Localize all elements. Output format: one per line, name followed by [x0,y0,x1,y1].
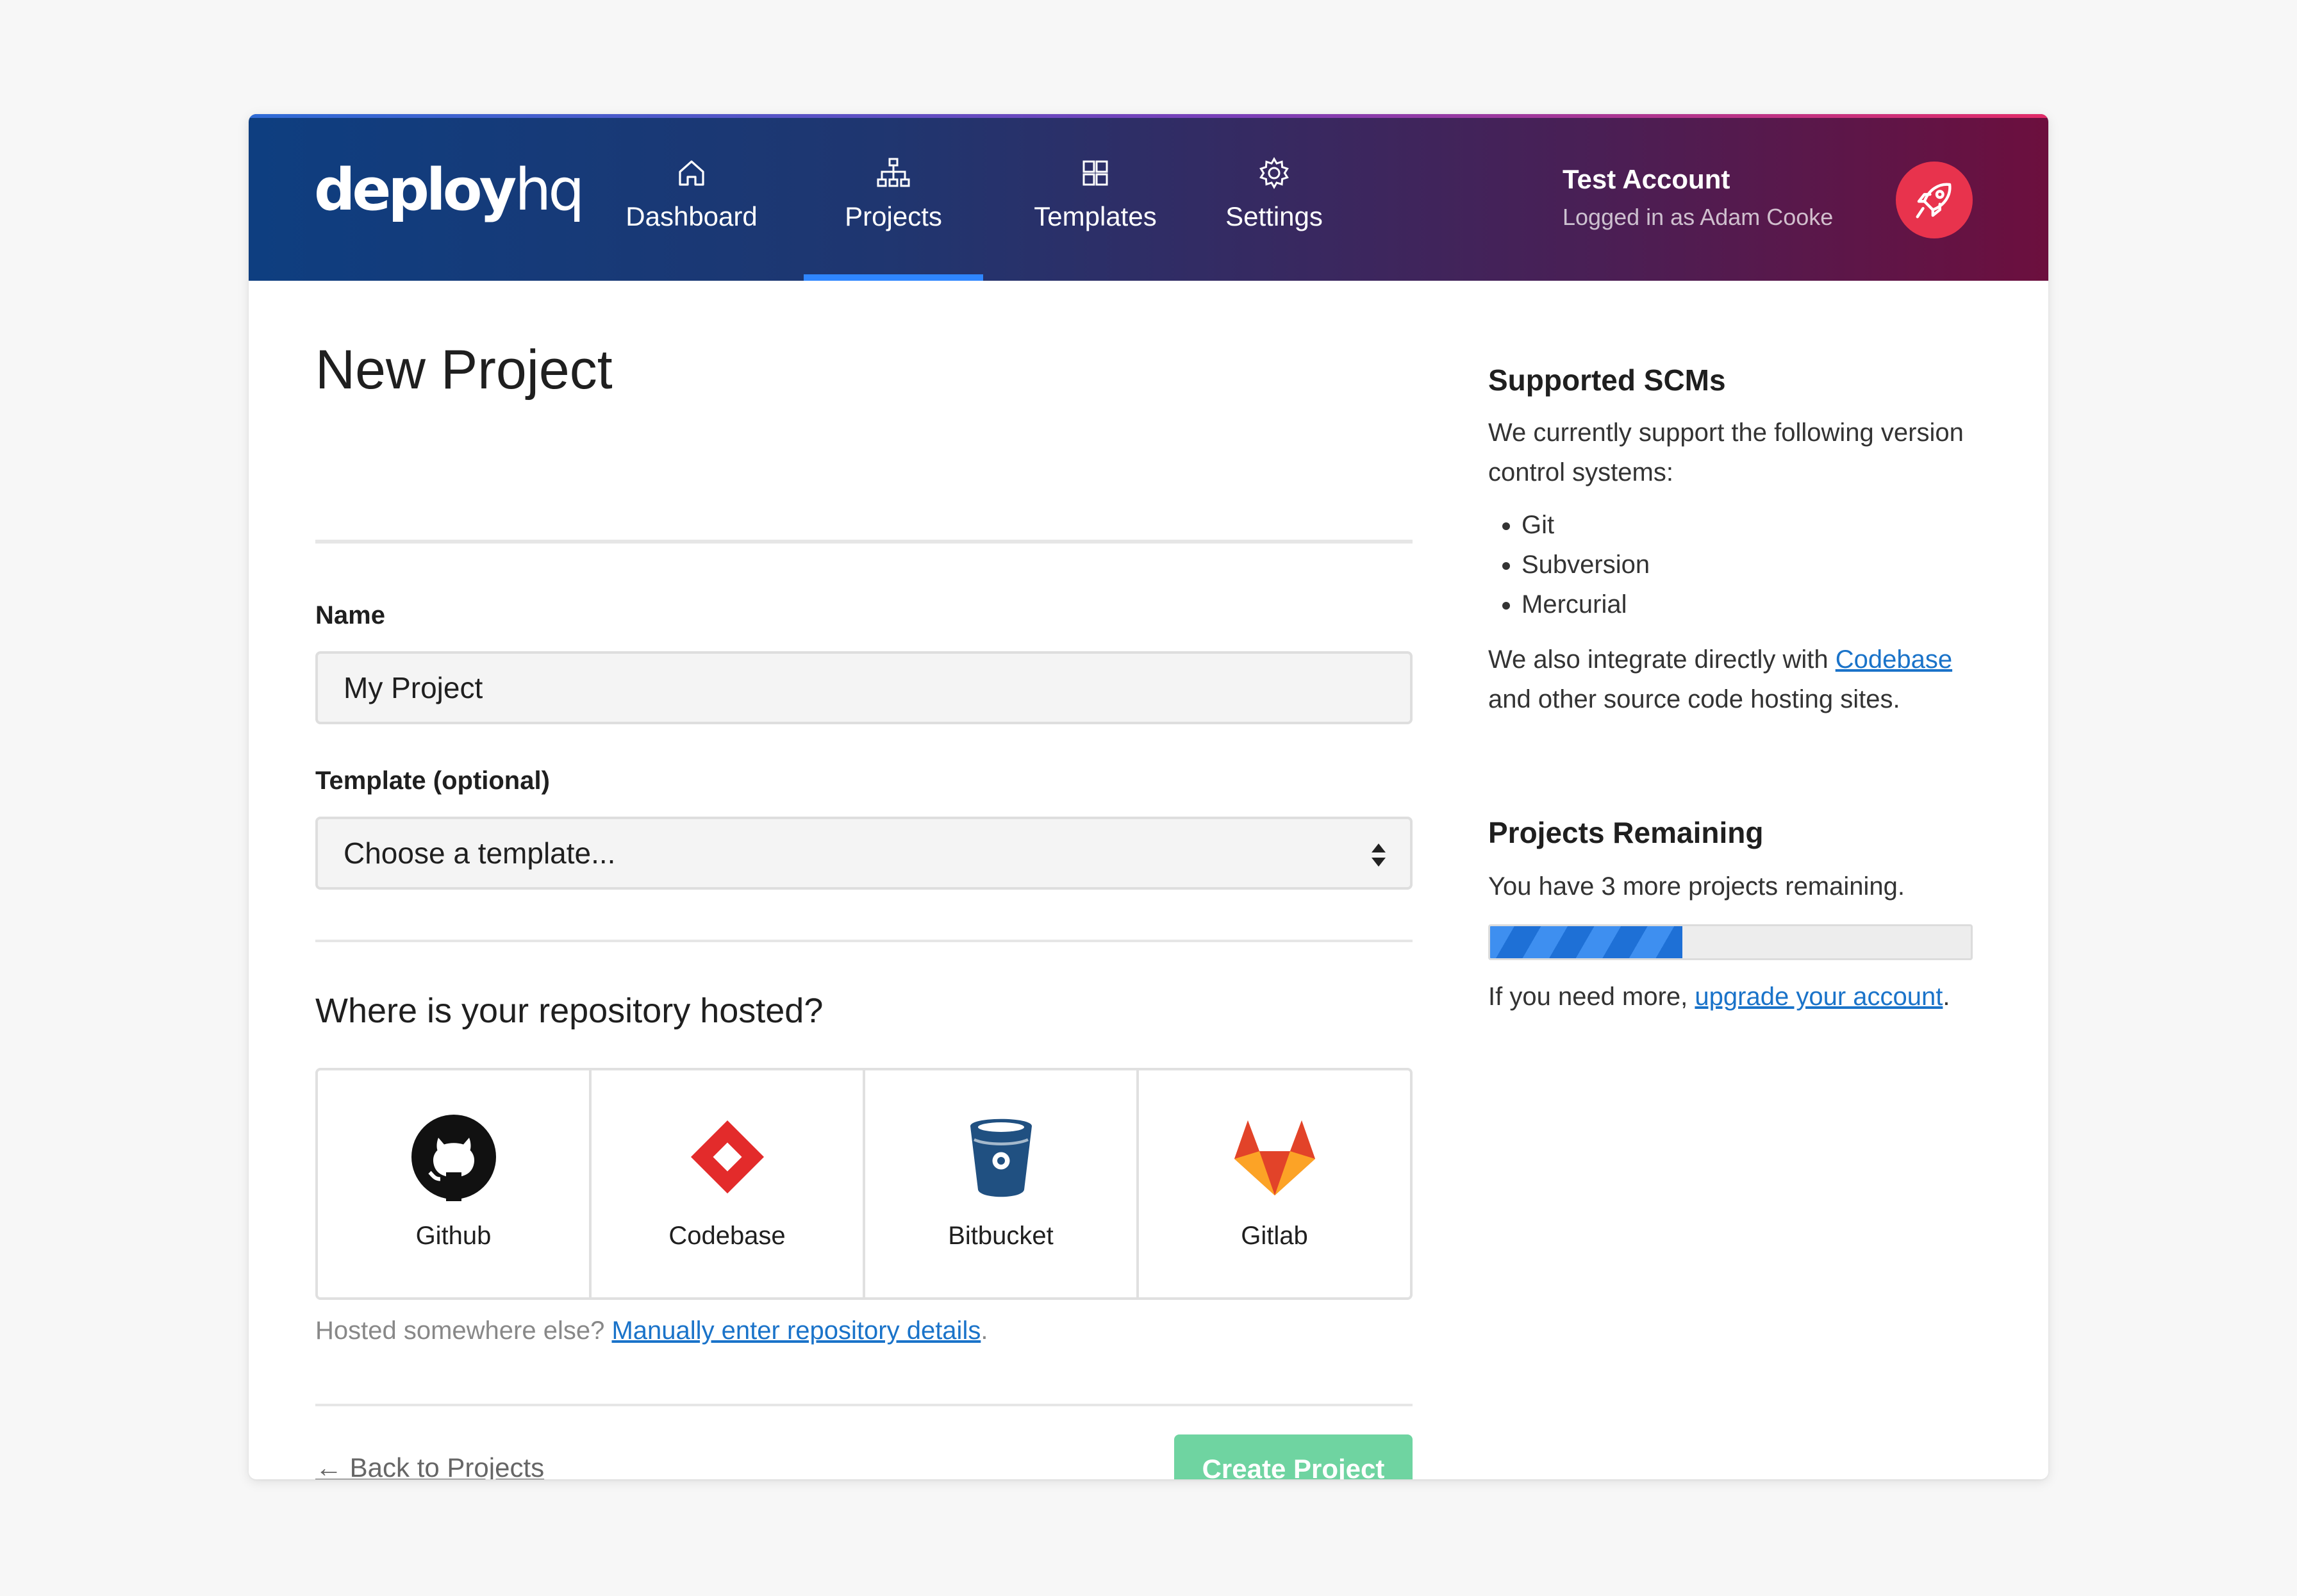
projects-remaining-heading: Projects Remaining [1488,816,1764,849]
gitlab-icon [1227,1109,1323,1205]
scm-list: Git Subversion Mercurial [1488,505,1650,624]
scm-item: Mercurial [1522,585,1650,624]
hint-prefix: Hosted somewhere else? [315,1317,605,1345]
nav-item-templates[interactable]: Templates [1023,118,1168,281]
scm-intro: We currently support the following versi… [1488,419,1964,486]
manual-entry-link[interactable]: Manually enter repository details [611,1317,981,1345]
hint-suffix: . [981,1317,988,1345]
page: deploy hq Dashboard Projects Templates S… [0,0,2297,1596]
repository-heading: Where is your repository hosted? [315,992,824,1030]
template-select[interactable]: Choose a template... [315,817,1413,890]
section-divider [315,940,1413,942]
host-gitlab[interactable]: Gitlab [1139,1070,1410,1297]
rocket-icon [1916,183,1952,219]
host-github[interactable]: Github [318,1070,592,1297]
integration-prefix: We also integrate directly with [1488,645,1828,674]
codebase-link[interactable]: Codebase [1836,645,1952,674]
top-header: deploy hq Dashboard Projects Templates S… [249,114,2048,281]
scm-item: Subversion [1522,545,1650,585]
host-label: Bitbucket [948,1222,1054,1250]
template-select-value: Choose a template... [344,836,616,870]
nav-item-settings[interactable]: Settings [1210,118,1338,281]
upgrade-prefix: If you need more, [1488,983,1688,1011]
upgrade-account-link[interactable]: upgrade your account [1695,983,1943,1011]
logo-bold-text: deploy [314,156,517,224]
host-codebase[interactable]: Codebase [592,1070,865,1297]
upgrade-suffix: . [1943,983,1950,1011]
host-label: Github [415,1222,492,1250]
nav-label: Templates [1034,201,1157,231]
template-label: Template (optional) [315,767,550,795]
host-bitbucket[interactable]: Bitbucket [865,1070,1139,1297]
name-label: Name [315,601,385,629]
nav-label: Projects [845,201,942,231]
home-icon [674,155,709,191]
integration-suffix: and other source code hosting sites. [1488,685,1900,713]
supported-scms-heading: Supported SCMs [1488,363,1726,397]
title-divider [315,540,1413,544]
manual-entry-hint: Hosted somewhere else? Manually enter re… [315,1317,988,1345]
logged-in-as: Logged in as Adam Cooke [1563,204,1834,230]
host-selector: Github Codebase Bitbucket Gitlab [315,1068,1413,1300]
create-project-button[interactable]: Create Project [1174,1434,1413,1479]
projects-remaining-bar [1488,924,1973,960]
grid-icon [1077,155,1113,191]
name-input[interactable]: My Project [315,651,1413,724]
account-info[interactable]: Test Account Logged in as Adam Cooke [1563,164,1845,231]
footer-divider [315,1404,1413,1406]
page-title: New Project [315,339,613,401]
host-label: Codebase [668,1222,786,1250]
name-input-value: My Project [344,671,483,704]
upgrade-text: If you need more, upgrade your account. [1488,977,1994,1017]
nav-item-dashboard[interactable]: Dashboard [615,118,768,281]
nav-item-projects[interactable]: Projects [804,118,983,281]
back-to-projects-link[interactable]: ← Back to Projects [315,1452,544,1479]
github-icon [406,1109,502,1205]
projects-remaining-bar-fill [1490,926,1682,958]
projects-remaining-text: You have 3 more projects remaining. [1488,872,1905,901]
bitbucket-icon [953,1109,1049,1205]
nav-label: Dashboard [626,201,758,231]
select-arrows-icon [1372,844,1386,867]
sitemap-icon [875,155,911,191]
account-name: Test Account [1563,164,1730,194]
host-label: Gitlab [1241,1222,1308,1250]
avatar[interactable] [1896,162,1973,238]
integration-text: We also integrate directly with Codebase… [1488,640,1994,719]
codebase-icon [679,1109,775,1205]
deployhq-logo[interactable]: deploy hq [314,156,585,233]
scm-item: Git [1522,505,1650,545]
gear-icon [1256,155,1292,191]
logo-light-text: hq [515,156,585,224]
main-card: deploy hq Dashboard Projects Templates S… [249,114,2048,1479]
nav-label: Settings [1225,201,1323,231]
